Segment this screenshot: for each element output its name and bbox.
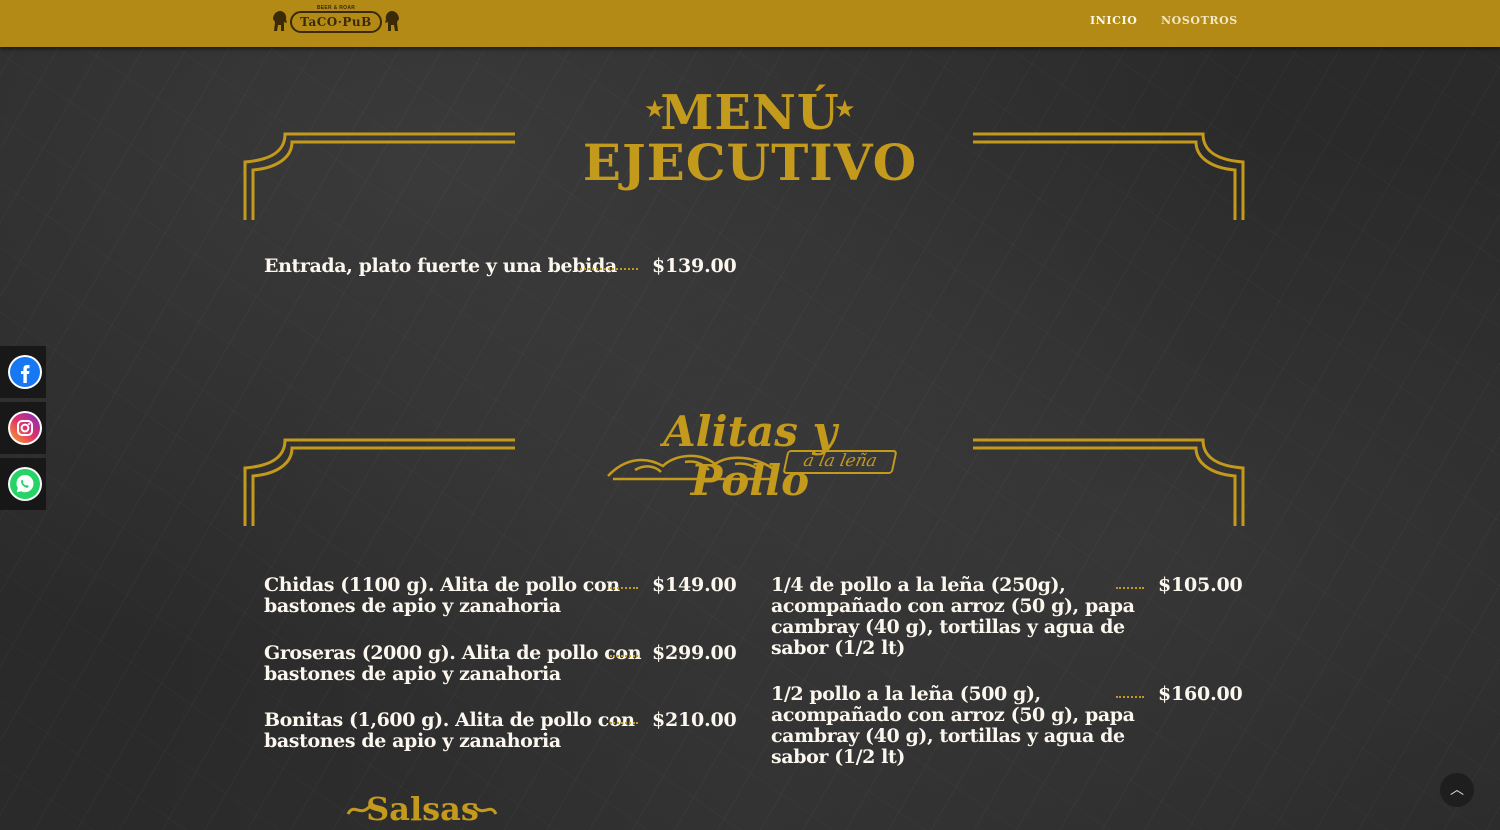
lion-left-icon [273,11,287,31]
lion-right-icon [385,11,399,31]
dotted-leader [610,720,638,724]
facebook-icon [10,357,40,387]
menu-item-line: cambray (40 g), tortillas y agua de [771,725,1125,747]
instagram-circle [8,411,42,445]
facebook-circle [8,355,42,389]
menu-item-line: bastones de apio y zanahoria [264,663,561,685]
facebook-link[interactable] [0,346,46,398]
menu-item-line: sabor (1/2 lt) [771,637,905,659]
instagram-link[interactable] [0,402,46,454]
scroll-to-top-button[interactable]: ︿ [1440,773,1474,807]
alitas-subtitle: a la leña [782,450,898,474]
menu-item-price: $139.00 [652,255,737,277]
nav-inicio[interactable]: INICIO [1090,14,1137,27]
dotted-leader [580,266,638,270]
menu-item-chidas: Chidas (1100 g). Alita de pollo con bast… [264,575,620,617]
whatsapp-icon [10,469,40,499]
menu-item-price: $210.00 [652,709,737,731]
logo-wordmark: TaCO·PuB [290,11,382,33]
menu-item-line: bastones de apio y zanahoria [264,595,561,617]
menu-item-line: 1/2 pollo a la leña (500 g), [771,683,1041,705]
instagram-icon [10,413,40,443]
menu-item-line: Bonitas (1,600 g). Alita de pollo con [264,709,635,731]
nav-nosotros[interactable]: NOSOTROS [1161,14,1238,27]
menu-item-line: Groseras (2000 g). Alita de pollo con [264,642,642,664]
menu-item-line: Chidas (1100 g). Alita de pollo con [264,574,620,596]
whatsapp-circle [8,467,42,501]
menu-item-description: Entrada, plato fuerte y una bebida [264,255,617,277]
menu-item-groseras: Groseras (2000 g). Alita de pollo con ba… [264,642,642,685]
swirl-right-icon [472,804,498,815]
menu-item-line: 1/4 de pollo a la leña (250g), [771,574,1066,596]
whatsapp-link[interactable] [0,458,46,510]
dotted-leader [1116,694,1144,698]
menu-item-line: cambray (40 g), tortillas y agua de [771,616,1125,638]
dotted-leader [610,653,638,657]
menu-item-price: $105.00 [1158,574,1243,596]
menu-item-price: $149.00 [652,574,737,596]
menu-item-line: bastones de apio y zanahoria [264,730,561,752]
dotted-leader [610,585,638,589]
chicken-wings-illustration [607,454,776,481]
menu-item-medio-pollo: 1/2 pollo a la leña (500 g), acompañado … [771,684,1135,768]
menu-item-line: acompañado con arroz (50 g), papa [771,704,1135,726]
top-navbar: BEER & ROAR TaCO·PuB INICIO NOSOTROS [0,0,1500,47]
menu-item-price: $299.00 [652,642,737,664]
chevron-up-icon: ︿ [1450,782,1464,798]
menu-item-cuarto-pollo: 1/4 de pollo a la leña (250g), acompañad… [771,575,1135,659]
menu-item-line: sabor (1/2 lt) [771,746,905,768]
menu-item-price: $160.00 [1158,683,1243,705]
taco-pub-logo[interactable]: BEER & ROAR TaCO·PuB [272,5,400,35]
menu-item-line: acompañado con arroz (50 g), papa [771,595,1135,617]
dotted-leader [1116,585,1144,589]
menu-ejecutivo-title-line2: EJECUTIVO [582,133,918,192]
menu-item-bonitas: Bonitas (1,600 g). Alita de pollo con ba… [264,710,635,752]
